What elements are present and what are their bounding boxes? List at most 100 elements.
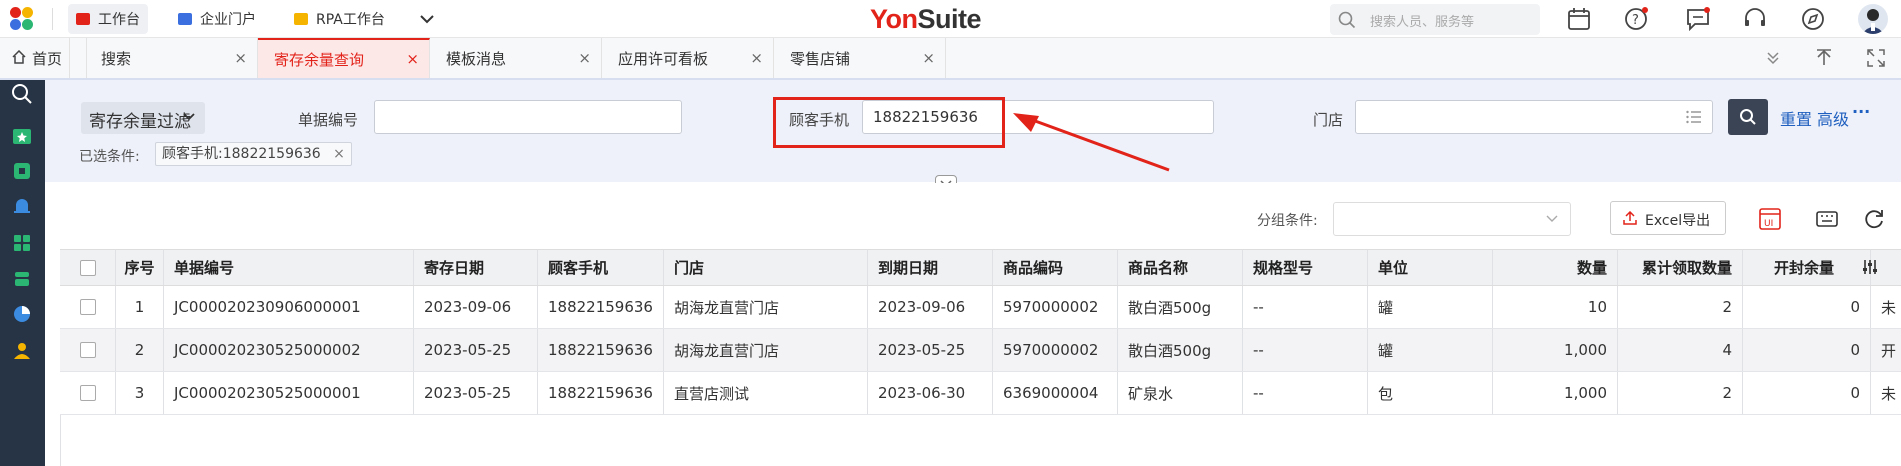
cell-spec: -- bbox=[1243, 329, 1368, 371]
tab-retail-store[interactable]: 零售店铺 × bbox=[774, 38, 946, 78]
header-phone[interactable]: 顾客手机 bbox=[538, 250, 664, 285]
fullscreen-icon[interactable] bbox=[1866, 48, 1886, 68]
keyboard-icon[interactable] bbox=[1815, 207, 1839, 231]
cell-product-name: 矿泉水 bbox=[1118, 372, 1243, 414]
chip-close-icon[interactable]: × bbox=[333, 146, 345, 162]
header-open-balance[interactable]: 开封余量 bbox=[1743, 250, 1871, 285]
cell-taken-qty: 2 bbox=[1618, 372, 1743, 414]
portal-tab-rpa[interactable]: RPA工作台 bbox=[286, 4, 393, 34]
pie-chart-icon[interactable] bbox=[11, 303, 33, 325]
row-select-cell bbox=[60, 372, 116, 414]
help-icon[interactable]: ? bbox=[1623, 6, 1649, 32]
ui-designer-icon[interactable]: UI bbox=[1758, 207, 1782, 231]
upload-icon[interactable] bbox=[1814, 48, 1834, 68]
selected-conditions-label: 已选条件: bbox=[79, 149, 140, 165]
favorite-folder-icon[interactable] bbox=[11, 125, 33, 147]
refresh-icon[interactable] bbox=[1862, 207, 1886, 231]
message-icon[interactable] bbox=[1685, 6, 1711, 32]
header-expire-date[interactable]: 到期日期 bbox=[868, 250, 993, 285]
store-icon[interactable] bbox=[11, 160, 33, 182]
header-product-name[interactable]: 商品名称 bbox=[1118, 250, 1243, 285]
close-icon[interactable]: × bbox=[578, 49, 591, 67]
tab-home[interactable]: 首页 bbox=[0, 38, 70, 78]
calendar-icon[interactable] bbox=[1566, 6, 1592, 32]
header-deposit-date[interactable]: 寄存日期 bbox=[414, 250, 538, 285]
cell-status: 开 bbox=[1881, 341, 1897, 360]
tab-search[interactable]: 搜索 × bbox=[86, 38, 258, 78]
tab-license-board[interactable]: 应用许可看板 × bbox=[602, 38, 774, 78]
headset-icon[interactable] bbox=[1742, 6, 1768, 32]
database-icon[interactable] bbox=[11, 268, 33, 290]
store-input[interactable] bbox=[1355, 100, 1713, 134]
close-icon[interactable]: × bbox=[234, 49, 247, 67]
header-spec[interactable]: 规格型号 bbox=[1243, 250, 1368, 285]
row-checkbox[interactable] bbox=[79, 299, 96, 315]
condition-chip[interactable]: 顾客手机:18822159636 × bbox=[155, 142, 352, 166]
cell-doc-no: JC000020230906000001 bbox=[164, 286, 414, 328]
compass-icon[interactable] bbox=[1800, 6, 1826, 32]
more-options-button[interactable]: ··· bbox=[1852, 102, 1870, 121]
advanced-link[interactable]: 高级 bbox=[1817, 106, 1849, 130]
table-toolbar: 分组条件: Excel导出 UI bbox=[45, 183, 1901, 249]
divider bbox=[52, 8, 53, 30]
bell-icon[interactable] bbox=[11, 195, 33, 217]
select-all-checkbox[interactable] bbox=[79, 259, 96, 276]
cell-taken-qty: 4 bbox=[1618, 329, 1743, 371]
column-settings-icon[interactable] bbox=[1861, 258, 1879, 276]
row-checkbox[interactable] bbox=[79, 342, 96, 358]
group-condition-select[interactable] bbox=[1333, 202, 1571, 236]
close-icon[interactable]: × bbox=[406, 50, 419, 68]
tab-deposit-balance[interactable]: 寄存余量查询 × bbox=[258, 38, 430, 78]
portal-tab-enterprise[interactable]: 企业门户 bbox=[170, 4, 264, 34]
table-row[interactable]: 3 JC000020230525000001 2023-05-25 188221… bbox=[60, 372, 1901, 415]
double-chevron-down-icon[interactable] bbox=[1763, 48, 1783, 68]
row-checkbox[interactable] bbox=[79, 385, 96, 401]
table-row[interactable]: 2 JC000020230525000002 2023-05-25 188221… bbox=[60, 329, 1901, 372]
cell-qty: 1,000 bbox=[1493, 372, 1618, 414]
table-row[interactable]: 1 JC000020230906000001 2023-09-06 188221… bbox=[60, 286, 1901, 329]
chevron-down-icon[interactable] bbox=[418, 10, 436, 28]
cell-product-name: 散白酒500g bbox=[1118, 286, 1243, 328]
search-button[interactable] bbox=[1728, 99, 1768, 135]
reset-link[interactable]: 重置 bbox=[1780, 106, 1812, 130]
search-icon[interactable] bbox=[11, 83, 33, 105]
tab-label: 首页 bbox=[32, 49, 63, 68]
table-header: 序号 单据编号 寄存日期 顾客手机 门店 到期日期 商品编码 商品名称 规格型号… bbox=[60, 249, 1901, 286]
cell-status: 未 bbox=[1881, 298, 1897, 317]
portal-tab-workbench[interactable]: 工作台 bbox=[68, 4, 148, 34]
excel-export-button[interactable]: Excel导出 bbox=[1610, 201, 1726, 235]
header-store[interactable]: 门店 bbox=[664, 250, 868, 285]
apps-grid-icon[interactable] bbox=[11, 232, 33, 254]
header-unit[interactable]: 单位 bbox=[1368, 250, 1493, 285]
list-icon[interactable] bbox=[1686, 110, 1702, 124]
cell-deposit-date: 2023-05-25 bbox=[414, 329, 538, 371]
tab-template-message[interactable]: 模板消息 × bbox=[430, 38, 602, 78]
user-avatar-icon bbox=[1862, 9, 1884, 34]
close-icon[interactable]: × bbox=[750, 49, 763, 67]
cell-qty: 10 bbox=[1493, 286, 1618, 328]
user-avatar[interactable] bbox=[1858, 4, 1888, 34]
cell-phone: 18822159636 bbox=[538, 286, 664, 328]
header-seq[interactable]: 序号 bbox=[116, 250, 164, 285]
app-logo-icon[interactable] bbox=[10, 7, 34, 31]
close-icon[interactable]: × bbox=[922, 49, 935, 67]
global-search-input[interactable]: 搜索人员、服务等 bbox=[1330, 4, 1540, 35]
header-doc-no[interactable]: 单据编号 bbox=[164, 250, 414, 285]
svg-text:UI: UI bbox=[1764, 219, 1773, 229]
cell-unit: 罐 bbox=[1368, 329, 1493, 371]
select-all-cell bbox=[60, 250, 116, 285]
portal-tab-label: RPA工作台 bbox=[316, 12, 385, 28]
header-taken-qty[interactable]: 累计领取数量 bbox=[1618, 250, 1743, 285]
header-product-code[interactable]: 商品编码 bbox=[993, 250, 1118, 285]
group-condition-label: 分组条件: bbox=[1257, 213, 1318, 229]
rpa-icon bbox=[294, 13, 308, 25]
filter-scheme-dropdown[interactable]: 寄存余量过滤 bbox=[81, 102, 205, 134]
header-qty[interactable]: 数量 bbox=[1493, 250, 1618, 285]
user-icon[interactable] bbox=[11, 340, 33, 362]
portal-tab-label: 工作台 bbox=[98, 12, 140, 28]
data-table: 序号 单据编号 寄存日期 顾客手机 门店 到期日期 商品编码 商品名称 规格型号… bbox=[60, 249, 1901, 466]
export-icon bbox=[1623, 211, 1637, 225]
doc-no-input[interactable] bbox=[374, 100, 682, 134]
cell-open-balance: 0 bbox=[1743, 372, 1871, 414]
cell-unit: 罐 bbox=[1368, 286, 1493, 328]
